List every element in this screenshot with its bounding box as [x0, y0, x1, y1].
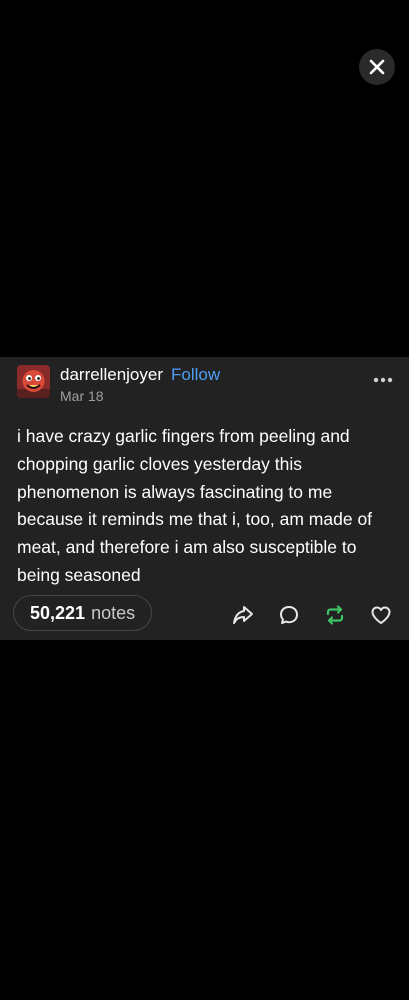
avatar[interactable] [17, 365, 50, 398]
post-date: Mar 18 [60, 388, 104, 404]
notes-button[interactable]: 50,221 notes [13, 595, 153, 631]
notes-count: 50,221 [30, 602, 86, 623]
avatar-image [17, 365, 50, 398]
notes-label: notes [91, 602, 136, 623]
post-body: i have crazy garlic fingers from peeling… [17, 426, 373, 585]
close-icon [369, 59, 385, 75]
share-icon[interactable] [231, 603, 255, 627]
reblog-icon[interactable] [323, 603, 347, 627]
reply-icon[interactable] [277, 603, 301, 627]
follow-button[interactable]: Follow [171, 365, 220, 385]
heart-icon[interactable] [369, 603, 393, 627]
more-horizontal-icon[interactable] [372, 375, 394, 385]
username-link[interactable]: darrellenjoyer [60, 365, 163, 385]
post-header: darrellenjoyer Follow Mar 18 [60, 365, 220, 405]
close-button[interactable] [359, 49, 395, 85]
post-card: darrellenjoyer Follow Mar 18 i have craz… [0, 357, 409, 640]
